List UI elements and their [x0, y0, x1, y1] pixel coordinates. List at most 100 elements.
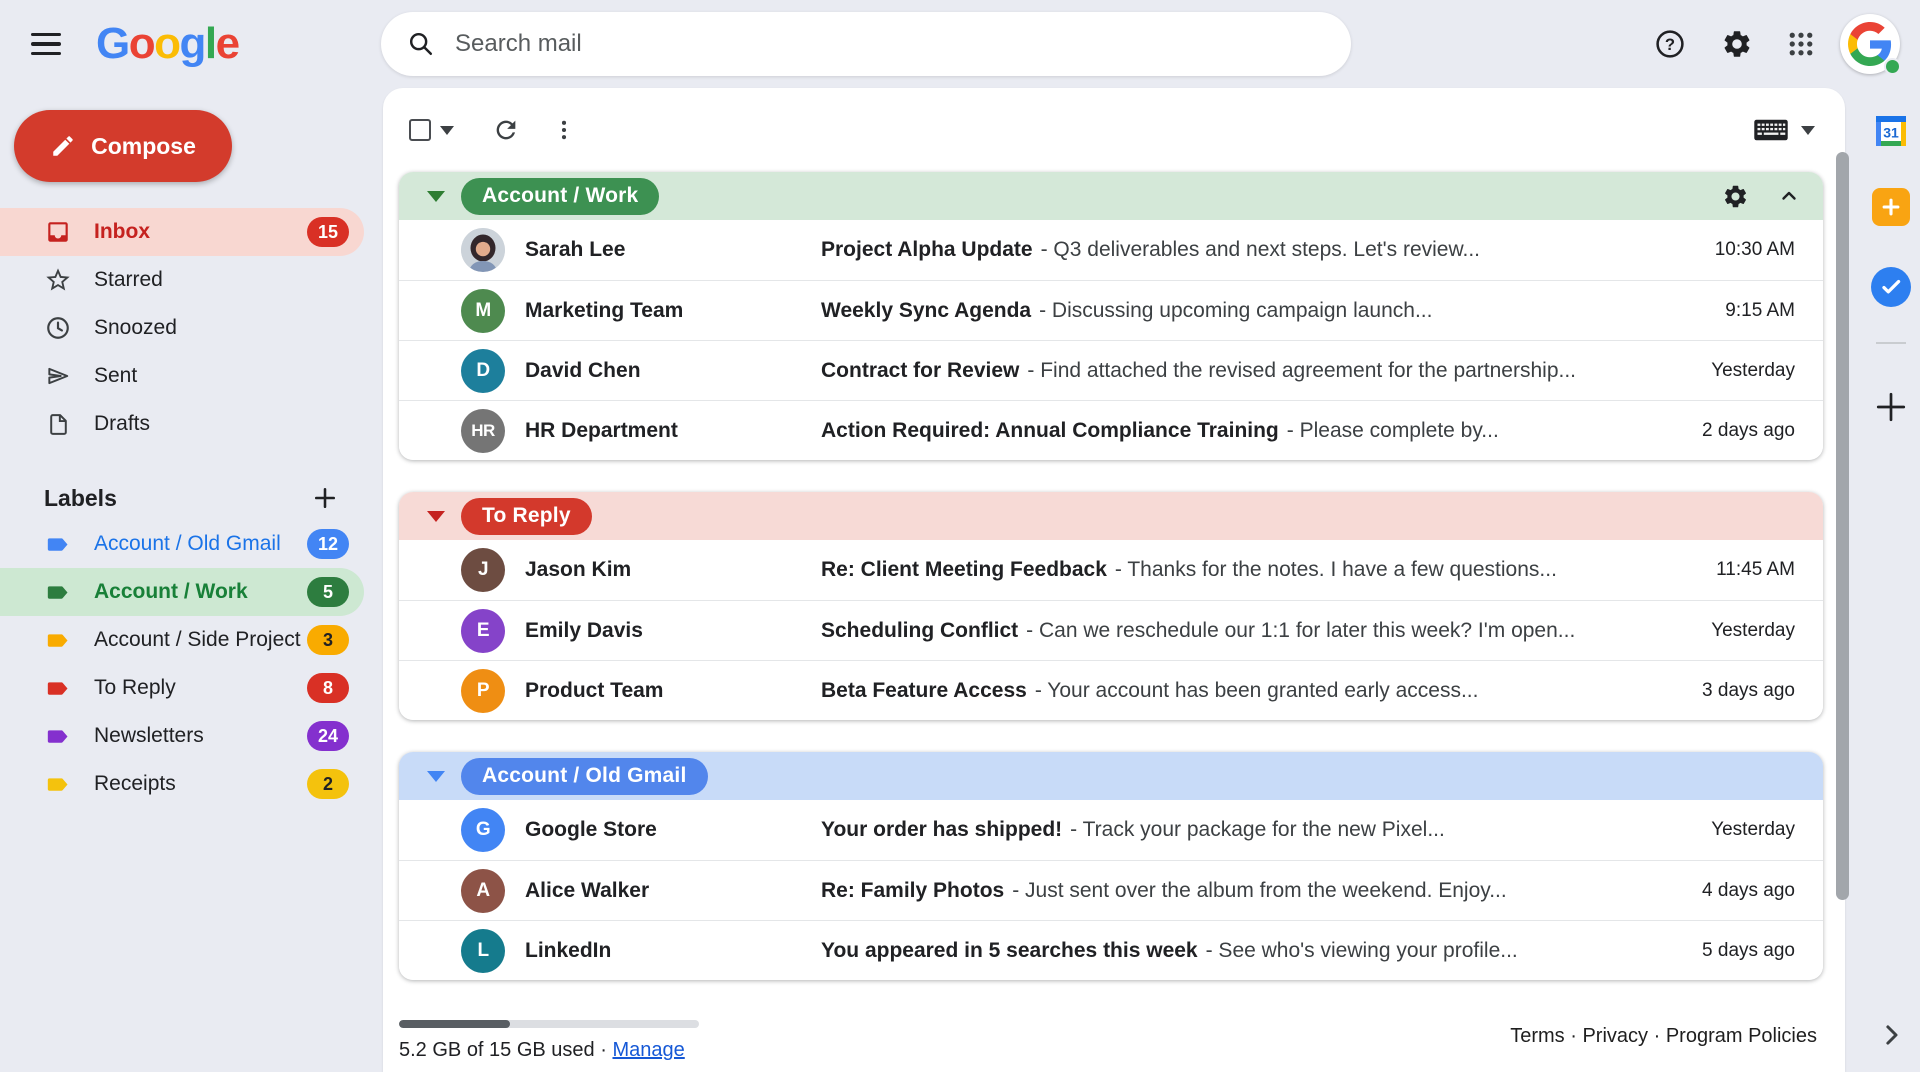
keep-icon[interactable] — [1870, 186, 1912, 228]
email-row[interactable]: E Emily Davis Scheduling Conflict- Can w… — [399, 600, 1823, 660]
star-icon — [44, 266, 72, 294]
avatar: D — [461, 349, 505, 393]
email-time: 4 days ago — [1667, 880, 1795, 902]
section-header[interactable]: Account / Old Gmail — [399, 752, 1823, 800]
avatar: A — [461, 869, 505, 913]
email-snippet: - See who's viewing your profile... — [1206, 939, 1518, 962]
input-tools-keyboard-icon[interactable] — [1753, 117, 1789, 143]
tasks-icon[interactable] — [1870, 266, 1912, 308]
email-row[interactable]: HR HR Department Action Required: Annual… — [399, 400, 1823, 460]
avatar: L — [461, 929, 505, 973]
email-snippet: - Thanks for the notes. I have a few que… — [1115, 558, 1557, 581]
email-row[interactable]: Sarah Lee Project Alpha Update- Q3 deliv… — [399, 220, 1823, 280]
search-icon[interactable] — [407, 30, 435, 58]
sidebar-label-receipts[interactable]: Receipts 2 — [0, 760, 364, 808]
compose-button[interactable]: Compose — [14, 110, 232, 182]
label-tag-icon — [44, 770, 72, 798]
add-label-button[interactable] — [308, 481, 342, 515]
email-row[interactable]: A Alice Walker Re: Family Photos- Just s… — [399, 860, 1823, 920]
refresh-icon — [492, 116, 520, 144]
input-tools-caret-icon[interactable] — [1801, 126, 1815, 135]
sidebar-label-side-project[interactable]: Account / Side Project 3 — [0, 616, 364, 664]
vertical-scrollbar-thumb[interactable] — [1836, 152, 1849, 900]
plus-icon — [311, 484, 339, 512]
manage-storage-link[interactable]: Manage — [612, 1039, 684, 1061]
privacy-link[interactable]: Privacy — [1582, 1025, 1648, 1047]
sidebar-label-newsletters[interactable]: Newsletters 24 — [0, 712, 364, 760]
label-tag-icon — [44, 578, 72, 606]
collapse-triangle-icon[interactable] — [427, 511, 445, 522]
section-header[interactable]: Account / Work — [399, 172, 1823, 220]
email-time: 10:30 AM — [1667, 239, 1795, 261]
google-logo[interactable]: Google — [96, 19, 239, 69]
sidebar-item-label: Snoozed — [94, 316, 177, 340]
calendar-icon[interactable]: 31 — [1870, 110, 1912, 152]
sidebar-item-inbox[interactable]: Inbox 15 — [0, 208, 364, 256]
svg-text:?: ? — [1665, 35, 1675, 54]
avatar: P — [461, 669, 505, 713]
email-sender: Emily Davis — [525, 619, 821, 643]
program-policies-link[interactable]: Program Policies — [1666, 1025, 1817, 1047]
email-row[interactable]: G Google Store Your order has shipped!- … — [399, 800, 1823, 860]
settings-gear-icon[interactable] — [1711, 18, 1763, 70]
avatar: M — [461, 289, 505, 333]
select-all-checkbox[interactable] — [409, 119, 431, 141]
email-row[interactable]: L LinkedIn You appeared in 5 searches th… — [399, 920, 1823, 980]
email-sender: David Chen — [525, 359, 821, 383]
email-time: 2 days ago — [1667, 420, 1795, 442]
top-bar: Google ? — [0, 0, 1920, 88]
hamburger-menu-icon[interactable] — [18, 16, 74, 72]
more-options-icon[interactable] — [542, 108, 586, 152]
email-sender: Marketing Team — [525, 299, 821, 323]
email-sender: Jason Kim — [525, 558, 821, 582]
hide-side-panel-chevron-icon[interactable] — [1870, 1014, 1912, 1056]
footer-separator: · — [1654, 1025, 1661, 1047]
email-row[interactable]: J Jason Kim Re: Client Meeting Feedback-… — [399, 540, 1823, 600]
collapse-triangle-icon[interactable] — [427, 771, 445, 782]
email-row[interactable]: P Product Team Beta Feature Access- Your… — [399, 660, 1823, 720]
sidebar-item-snoozed[interactable]: Snoozed — [0, 304, 364, 352]
sidebar-item-label: Sent — [94, 364, 137, 388]
sidebar-label-to-reply[interactable]: To Reply 8 — [0, 664, 364, 712]
mail-section-account-work: Account / Work Sarah Lee Project Alpha U… — [399, 172, 1823, 460]
email-subject: Project Alpha Update — [821, 238, 1033, 261]
label-tag-icon — [44, 674, 72, 702]
email-time: Yesterday — [1667, 819, 1795, 841]
side-panel-divider — [1876, 342, 1906, 344]
sidebar-item-starred[interactable]: Starred — [0, 256, 364, 304]
email-row[interactable]: D David Chen Contract for Review- Find a… — [399, 340, 1823, 400]
email-snippet: - Find attached the revised agreement fo… — [1027, 359, 1576, 382]
select-dropdown-caret-icon[interactable] — [440, 126, 454, 135]
sidebar-label-text: Account / Side Project — [94, 628, 301, 652]
collapse-chevron-up-icon[interactable] — [1777, 184, 1801, 208]
get-add-ons-plus-icon[interactable] — [1870, 386, 1912, 428]
profile-avatar[interactable] — [1840, 14, 1900, 74]
email-row[interactable]: M Marketing Team Weekly Sync Agenda- Dis… — [399, 280, 1823, 340]
terms-link[interactable]: Terms — [1510, 1025, 1564, 1047]
avatar: J — [461, 548, 505, 592]
refresh-button[interactable] — [484, 108, 528, 152]
label-count-badge: 2 — [307, 769, 349, 799]
section-settings-gear-icon[interactable] — [1722, 183, 1749, 210]
sidebar-item-sent[interactable]: Sent — [0, 352, 364, 400]
sidebar-label-old-gmail[interactable]: Account / Old Gmail 12 — [0, 520, 364, 568]
sidebar: Compose Inbox 15 Starred Snoozed Sent Dr… — [0, 88, 364, 1072]
collapse-triangle-icon[interactable] — [427, 191, 445, 202]
sidebar-label-text: Account / Old Gmail — [94, 532, 281, 556]
email-time: Yesterday — [1667, 620, 1795, 642]
help-icon[interactable]: ? — [1644, 18, 1696, 70]
email-sender: HR Department — [525, 419, 821, 443]
sidebar-item-drafts[interactable]: Drafts — [0, 400, 364, 448]
sidebar-item-label: Starred — [94, 268, 163, 292]
email-time: 11:45 AM — [1667, 559, 1795, 581]
apps-grid-icon[interactable] — [1775, 18, 1827, 70]
logo-letter: o — [129, 19, 154, 68]
email-subject: Scheduling Conflict — [821, 619, 1018, 642]
inbox-icon — [44, 218, 72, 246]
search-bar[interactable] — [381, 12, 1351, 76]
email-sender: Product Team — [525, 679, 821, 703]
section-header[interactable]: To Reply — [399, 492, 1823, 540]
logo-letter: o — [154, 19, 179, 68]
search-input[interactable] — [455, 30, 1255, 58]
sidebar-label-work[interactable]: Account / Work 5 — [0, 568, 364, 616]
